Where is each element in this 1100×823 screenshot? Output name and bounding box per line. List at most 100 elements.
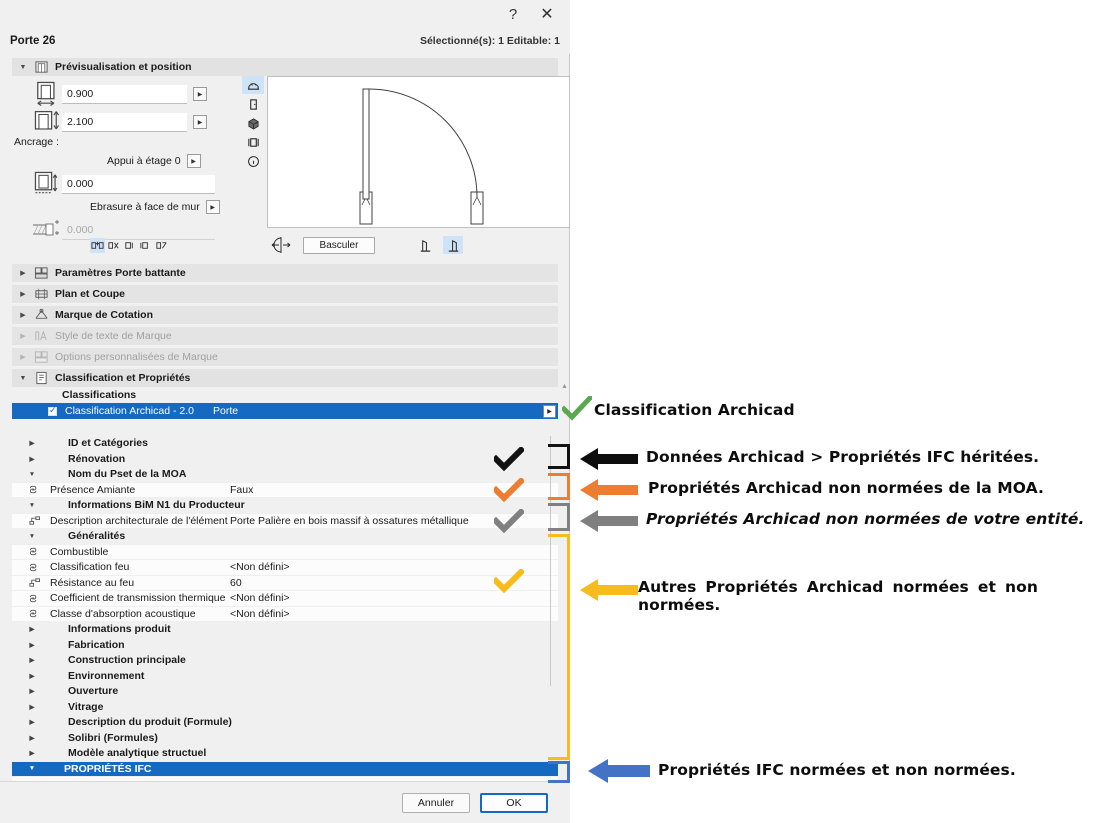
property-name: Classification feu bbox=[50, 561, 130, 574]
opening-direction-right-icon[interactable] bbox=[443, 236, 463, 254]
classification-checkbox[interactable] bbox=[48, 405, 57, 416]
chevron-right-icon[interactable]: ▶ bbox=[26, 749, 38, 757]
panel-header-0[interactable]: ▶ Paramètres Porte battante bbox=[12, 264, 558, 283]
height-popup-button[interactable]: ▶ bbox=[193, 115, 207, 129]
classification-dropdown-button[interactable]: ▶ bbox=[543, 404, 556, 418]
chevron-right-icon[interactable]: ▶ bbox=[26, 455, 38, 463]
link-icon bbox=[28, 593, 46, 604]
chevron-right-icon[interactable]: ▶ bbox=[26, 672, 38, 680]
property-row[interactable]: ▶ Modèle analytique structuel bbox=[12, 746, 558, 762]
opening-direction-left-icon[interactable] bbox=[415, 236, 435, 254]
panel-label-5: Classification et Propriétés bbox=[55, 372, 191, 384]
classification-row[interactable]: Classification Archicad - 2.0 Porte ▶ bbox=[12, 403, 558, 419]
property-name: Résistance au feu bbox=[50, 576, 135, 589]
chevron-down-icon[interactable]: ▼ bbox=[26, 765, 38, 772]
chevron-down-icon[interactable]: ▼ bbox=[26, 502, 38, 509]
chevron-right-icon[interactable]: ▶ bbox=[26, 687, 38, 695]
anchor-btn-1[interactable] bbox=[90, 238, 105, 253]
property-row[interactable]: ▶ Environnement bbox=[12, 668, 558, 684]
property-row[interactable]: ▶ Informations produit bbox=[12, 622, 558, 638]
property-value[interactable]: <Non défini> bbox=[230, 592, 290, 604]
anchor-btn-4[interactable] bbox=[138, 238, 153, 253]
property-row[interactable]: Classe d'absorption acoustique <Non défin… bbox=[12, 606, 558, 622]
property-name: Vitrage bbox=[68, 700, 104, 713]
dialog-subheader: Porte 26 Sélectionné(s): 1 Editable: 1 bbox=[0, 28, 570, 54]
panel-header-1[interactable]: ▶ Plan et Coupe bbox=[12, 285, 558, 304]
ok-button[interactable]: OK bbox=[480, 792, 548, 813]
property-row[interactable]: Résistance au feu 60 bbox=[12, 575, 558, 591]
property-value[interactable]: 60 bbox=[230, 577, 242, 589]
sill-popup-button[interactable]: ▶ bbox=[186, 154, 201, 168]
panel-header-2[interactable]: ▶ Marque de Cotation bbox=[12, 306, 558, 325]
floorplan-view-icon[interactable] bbox=[242, 76, 264, 94]
property-row[interactable]: ▶ Description du produit (Formule) bbox=[12, 715, 558, 731]
property-row[interactable]: Présence Amiante Faux bbox=[12, 482, 558, 498]
chevron-right-icon[interactable]: ▶ bbox=[26, 703, 38, 711]
property-row[interactable]: ▼ Informations BiM N1 du Producteur de la… bbox=[12, 498, 558, 514]
close-icon[interactable]: ✕ bbox=[530, 1, 564, 27]
properties-list[interactable]: ▶ ID et Catégories ▶ Rénovation ▼ Nom du Pset… bbox=[12, 436, 558, 781]
scroll-up-icon[interactable]: ▲ bbox=[559, 381, 570, 392]
property-value[interactable]: <Non défini> bbox=[230, 608, 290, 620]
chevron-right-icon: ▶ bbox=[20, 290, 26, 298]
property-name: Classe d'absorption acoustique bbox=[50, 607, 196, 620]
chevron-right-icon[interactable]: ▶ bbox=[26, 734, 38, 742]
link-icon bbox=[28, 562, 46, 573]
property-row[interactable]: ▶ Ouverture bbox=[12, 684, 558, 700]
property-row[interactable]: ▼ PROPRIÉTÉS IFC bbox=[12, 761, 558, 777]
property-row[interactable]: Combustible bbox=[12, 544, 558, 560]
flip-button[interactable]: Basculer bbox=[303, 236, 375, 254]
property-row[interactable]: ▶ Solibri (Formules) bbox=[12, 730, 558, 746]
chevron-right-icon[interactable]: ▶ bbox=[26, 625, 38, 633]
property-row[interactable]: ▶ Fabrication bbox=[12, 637, 558, 653]
link-icon bbox=[28, 484, 46, 495]
panel-header-5[interactable]: ▼ Classification et Propriétés bbox=[12, 369, 558, 388]
property-row[interactable]: ▼ Nom du Pset de la MOA bbox=[12, 467, 558, 483]
sill-input[interactable]: 0.000 bbox=[62, 174, 215, 194]
chevron-down-icon[interactable]: ▼ bbox=[26, 533, 38, 540]
property-row[interactable]: ▶ ID et Catégories bbox=[12, 436, 558, 452]
panel-header-preview[interactable]: ▼ Prévisualisation et position bbox=[12, 58, 558, 77]
height-input[interactable]: 2.100 bbox=[62, 112, 187, 132]
reveal-popup-button[interactable]: ▶ bbox=[205, 200, 220, 214]
property-row[interactable]: Classification feu <Non défini> bbox=[12, 560, 558, 576]
properties-scrollbar[interactable] bbox=[548, 436, 556, 781]
scroll-down-icon[interactable]: ▼ bbox=[559, 407, 570, 418]
info-icon[interactable] bbox=[242, 152, 264, 170]
chevron-right-icon[interactable]: ▶ bbox=[26, 641, 38, 649]
property-row[interactable]: ▼ Généralités bbox=[12, 529, 558, 545]
chevron-down-icon[interactable]: ▼ bbox=[26, 471, 38, 478]
panel-header-3[interactable]: ▶ Style de texte de Marque bbox=[12, 327, 558, 346]
property-value[interactable]: <Non défini> bbox=[230, 561, 290, 573]
property-name: ID et Catégories bbox=[68, 437, 148, 450]
width-input[interactable]: 0.900 bbox=[62, 84, 187, 104]
cancel-button[interactable]: Annuler bbox=[402, 792, 470, 813]
3d-view-icon[interactable] bbox=[242, 114, 264, 132]
link-icon bbox=[28, 608, 46, 619]
width-popup-button[interactable]: ▶ bbox=[193, 87, 207, 101]
property-row[interactable]: ▶ Rénovation bbox=[12, 451, 558, 467]
chevron-right-icon[interactable]: ▶ bbox=[26, 656, 38, 664]
property-value[interactable]: Faux bbox=[230, 484, 253, 496]
reveal-label-row: Ebrasure à face de mur ▶ bbox=[90, 200, 220, 214]
panel-header-4[interactable]: ▶ Options personnalisées de Marque bbox=[12, 348, 558, 367]
property-row[interactable]: ▶ Vitrage bbox=[12, 699, 558, 715]
classification-scroll-arrows[interactable]: ▲ ▼ bbox=[559, 381, 570, 418]
mirror-icon[interactable] bbox=[267, 236, 295, 254]
anchor-btn-2[interactable] bbox=[106, 238, 121, 253]
chevron-right-icon[interactable]: ▶ bbox=[26, 718, 38, 726]
reveal-input[interactable]: 0.000 bbox=[62, 220, 215, 240]
property-value[interactable]: Porte Palière en bois massif à ossatures… bbox=[230, 515, 469, 527]
property-row[interactable]: Coefficient de transmission thermique <No… bbox=[12, 591, 558, 607]
section-view-icon[interactable] bbox=[242, 133, 264, 151]
annotation-label-black: Données Archicad > Propriétés IFC hérité… bbox=[646, 448, 1040, 466]
classification-properties-icon bbox=[36, 371, 47, 385]
property-row[interactable]: ▶ Construction principale bbox=[12, 653, 558, 669]
help-icon[interactable]: ? bbox=[496, 1, 530, 27]
chevron-right-icon[interactable]: ▶ bbox=[26, 439, 38, 447]
anchor-btn-5[interactable] bbox=[154, 238, 169, 253]
property-row[interactable]: Description architecturale de l'élément P… bbox=[12, 513, 558, 529]
elevation-view-icon[interactable] bbox=[242, 95, 264, 113]
dialog-titlebar: ? ✕ bbox=[0, 0, 570, 28]
anchor-btn-3[interactable] bbox=[122, 238, 137, 253]
